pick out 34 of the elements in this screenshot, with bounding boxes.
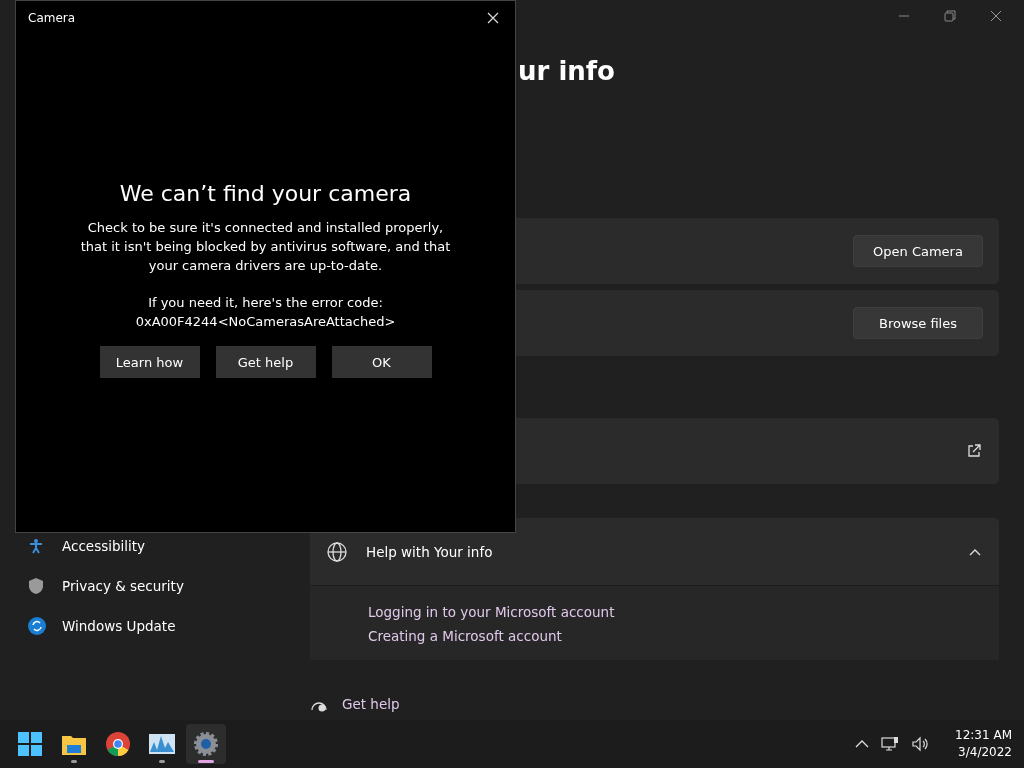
taskbar-app[interactable] — [186, 724, 226, 764]
help-link[interactable]: Creating a Microsoft account — [368, 628, 941, 644]
dialog-heading: We can’t find your camera — [119, 181, 412, 206]
windows-icon — [18, 732, 42, 756]
page-title: ur info — [517, 56, 616, 88]
sync-icon — [28, 617, 46, 635]
folder-icon — [62, 733, 86, 755]
shield-icon — [28, 577, 46, 595]
sidebar-item[interactable]: Windows Update — [16, 608, 310, 644]
browser-icon — [106, 732, 130, 756]
chevron-up-icon[interactable] — [855, 739, 870, 749]
dialog-button[interactable]: OK — [331, 346, 432, 378]
volume-icon[interactable] — [911, 736, 930, 752]
dialog-button[interactable]: Get help — [215, 346, 316, 378]
help-link[interactable]: Logging in to your Microsoft account — [368, 604, 941, 620]
chevron-icon[interactable] — [969, 547, 981, 556]
clock-time[interactable]: 12:31 AM — [955, 727, 1012, 744]
globe-icon — [326, 540, 348, 563]
sidebar-item[interactable]: Accessibility — [16, 528, 310, 564]
dialog-button[interactable]: Learn how — [99, 346, 200, 378]
error-label: If you need it, here's the error code: — [147, 294, 384, 312]
external-link-icon — [967, 444, 981, 458]
clock-date[interactable]: 3/4/2022 — [958, 744, 1012, 761]
card-button[interactable]: Open Camera — [853, 235, 983, 267]
card-button[interactable]: Browse files — [853, 307, 983, 339]
chart-icon — [149, 734, 175, 754]
dialog-title: Camera — [28, 11, 76, 25]
gear-icon — [194, 732, 218, 756]
network-icon[interactable] — [881, 736, 900, 752]
error-code: 0xA00F4244<NoCamerasAreAttached> — [135, 313, 396, 331]
sidebar-item[interactable]: Privacy & security — [16, 568, 310, 604]
dialog-message: Check to be sure it's connected and installed properly, that it isn't being blocked by antivirus software, and that your camera drivers are up-to-date. — [79, 219, 452, 275]
close-icon[interactable] — [487, 12, 499, 24]
get-help-link[interactable]: Get help — [342, 696, 400, 712]
